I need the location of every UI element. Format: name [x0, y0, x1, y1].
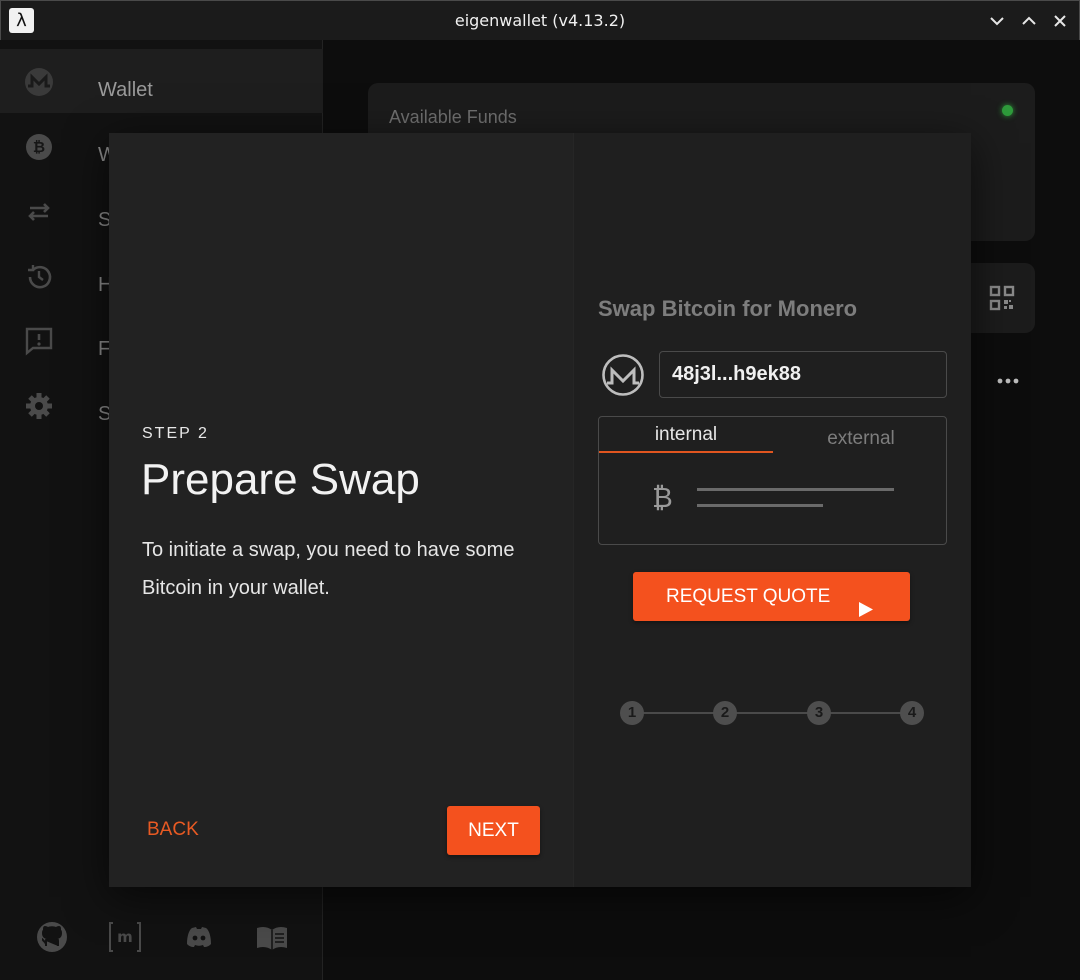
bitcoin-icon: ₿: [652, 481, 673, 514]
sidebar-item-wallet[interactable]: Wallet: [0, 49, 323, 113]
stepper-connector: [632, 712, 912, 714]
monero-logo-icon: [601, 353, 645, 397]
step-label: STEP 2: [142, 425, 209, 442]
matrix-icon[interactable]: m: [108, 920, 142, 954]
docs-icon[interactable]: [255, 920, 289, 954]
monero-address-field: 48j3l...h9ek88: [659, 351, 947, 398]
illustration-title: Swap Bitcoin for Monero: [598, 296, 858, 321]
github-icon[interactable]: [35, 920, 69, 954]
swap-icon: [24, 197, 54, 227]
discord-icon[interactable]: [182, 920, 216, 954]
maximize-icon[interactable]: [1019, 11, 1039, 31]
placeholder-line: [697, 504, 823, 507]
stepper-step-2: 2: [713, 701, 737, 725]
dialog-title: Prepare Swap: [141, 455, 420, 504]
next-button[interactable]: NEXT: [447, 806, 540, 855]
prepare-swap-dialog: STEP 2 Prepare Swap To initiate a swap, …: [109, 133, 971, 887]
svg-text:m: m: [117, 928, 133, 946]
svg-text:₿: ₿: [33, 138, 45, 156]
qr-code-icon[interactable]: [989, 285, 1015, 311]
tab-internal: internal: [599, 417, 773, 453]
title-bar: λ eigenwallet (v4.13.2): [0, 0, 1080, 40]
wallet-tab-box: internal external ₿: [598, 416, 947, 545]
window-title: eigenwallet (v4.13.2): [454, 11, 626, 30]
request-quote-button: REQUEST QUOTE: [633, 572, 910, 621]
tab-external: external: [827, 428, 895, 449]
connection-status-dot: [1002, 105, 1013, 116]
more-options-icon[interactable]: [995, 374, 1021, 388]
stepper-step-3: 3: [807, 701, 831, 725]
dialog-description: To initiate a swap, you need to have som…: [142, 539, 515, 599]
history-icon: [24, 262, 54, 292]
back-button[interactable]: BACK: [147, 806, 227, 854]
minimize-icon[interactable]: [987, 11, 1007, 31]
feedback-icon: [24, 326, 54, 356]
settings-icon: [24, 391, 54, 421]
bitcoin-icon: ₿: [24, 132, 54, 162]
close-icon[interactable]: [1050, 11, 1070, 31]
monero-icon: [24, 67, 54, 97]
play-icon: [857, 588, 874, 617]
available-funds-label: Available Funds: [389, 107, 517, 127]
request-quote-label: REQUEST QUOTE: [666, 586, 831, 607]
swap-illustration-panel: Swap Bitcoin for Monero 48j3l...h9ek88 i…: [573, 133, 971, 887]
stepper-step-1: 1: [620, 701, 644, 725]
placeholder-line: [697, 488, 894, 491]
stepper-step-4: 4: [900, 701, 924, 725]
